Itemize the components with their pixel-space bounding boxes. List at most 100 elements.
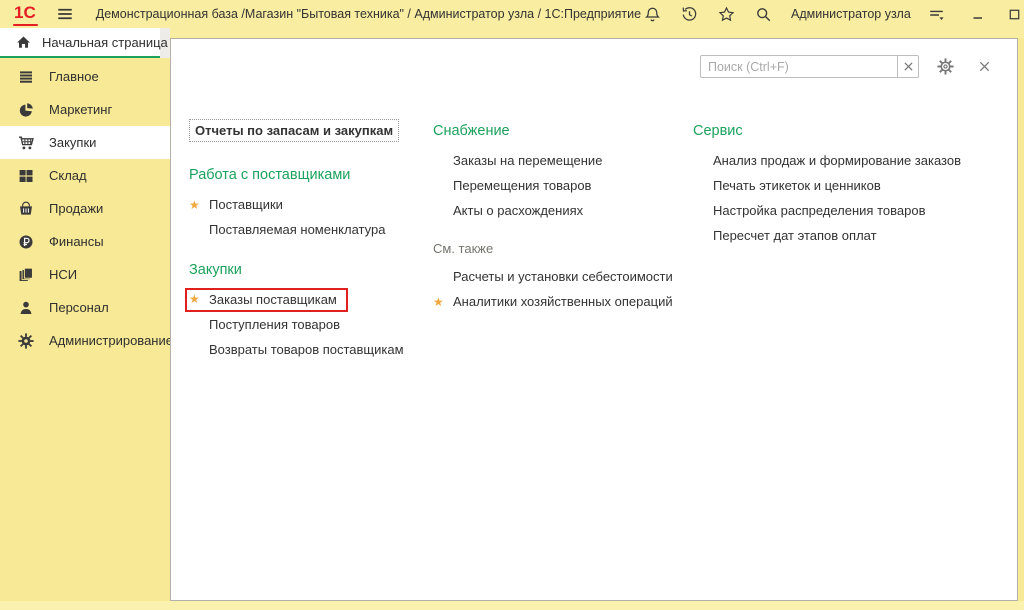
home-icon [14,35,32,50]
panel-close-button[interactable] [973,58,995,75]
current-user-label[interactable]: Администратор узла [791,7,911,21]
sidebar-item-finance[interactable]: Финансы [0,225,170,258]
panel-close-x-icon [975,60,993,73]
nav-link-label: Заказы на перемещение [453,153,602,168]
sidebar-item-label: Администрирование [49,333,173,348]
minimize-button[interactable] [967,4,989,24]
commands-column-1: Отчеты по запасам и закупкам Работа с пос… [189,119,434,362]
section-header: Закупки [189,262,434,278]
search-input[interactable] [700,55,898,78]
nav-link[interactable]: Печать этикеток и ценников [693,173,1023,198]
nav-link[interactable]: Пересчет дат этапов оплат [693,223,1023,248]
history-button[interactable] [678,4,700,25]
favorite-star-icon: ★ [189,199,209,211]
nav-link-label: Настройка распределения товаров [713,203,925,218]
sidebar-item-label: НСИ [49,267,77,282]
global-search-button[interactable] [752,4,774,25]
sidebar-item-marketing[interactable]: Маркетинг [0,93,170,126]
nav-link[interactable]: Перемещения товаров [433,173,695,198]
sidebar-item-sales[interactable]: Продажи [0,192,170,225]
window-bottom-strip [0,601,1024,610]
sidebar-item-main[interactable]: Главное [0,60,170,93]
sidebar-item-warehouse[interactable]: Склад [0,159,170,192]
nav-link-label: Акты о расхождениях [453,203,583,218]
home-tab-label: Начальная страница [42,35,168,50]
sidebar-item-personnel[interactable]: Персонал [0,291,170,324]
window-title: Демонстрационная база /Магазин "Бытовая … [96,7,641,21]
basket-icon [17,201,35,217]
sidebar-item-purchases[interactable]: Закупки [0,126,170,159]
home-tab[interactable]: Начальная страница [0,28,160,58]
nav-link[interactable]: ★Аналитики хозяйственных операций [433,289,695,314]
title-bar-actions: Администратор узла [641,4,1024,25]
sidebar: Главное Маркетинг Закупки Склад Продажи Финан… [0,58,170,601]
bell-icon [643,6,661,23]
sidebar-item-label: Персонал [49,300,109,315]
pie-chart-icon [17,102,35,118]
cart-icon [17,135,35,151]
favorite-star-icon: ★ [433,296,453,308]
settings-gear-icon [936,58,954,75]
nav-link[interactable]: Поставляемая номенклатура [189,217,434,242]
main-menu-button[interactable] [54,3,76,25]
ruble-icon [17,234,35,250]
sidebar-item-nsi[interactable]: НСИ [0,258,170,291]
sidebar-item-label: Склад [49,168,87,183]
hamburger-icon [56,5,74,23]
nav-link[interactable]: Расчеты и установки себестоимости [433,264,695,289]
1c-logo: 1С [12,3,38,26]
nav-link-label: Анализ продаж и формирование заказов [713,153,961,168]
notifications-button[interactable] [641,4,663,25]
nav-link-label: Возвраты товаров поставщикам [209,342,404,357]
maximize-button[interactable] [1004,5,1024,24]
sidebar-item-administration[interactable]: Администрирование [0,324,170,357]
section-header: Работа с поставщиками [189,167,434,183]
nav-link-label: Печать этикеток и ценников [713,178,881,193]
nav-link-label: Пересчет дат этапов оплат [713,228,877,243]
search-icon [754,6,772,23]
nav-link[interactable]: ★Поставщики [189,192,434,217]
person-icon [17,300,35,316]
nav-link[interactable]: Возвраты товаров поставщикам [189,337,434,362]
nav-link-label: Поступления товаров [209,317,340,332]
favorites-star-icon [717,6,735,23]
nav-link[interactable]: Заказы на перемещение [433,148,695,173]
history-icon [680,6,698,23]
purchases-section-panel: Отчеты по запасам и закупкам Работа с пос… [170,38,1018,601]
nav-link-label: Поставляемая номенклатура [209,222,385,237]
sidebar-item-label: Финансы [49,234,104,249]
commands-column-2: Снабжение Заказы на перемещение Перемещени… [433,123,695,314]
panel-settings-button[interactable] [934,56,956,77]
search-box [700,55,919,78]
highlighted-link[interactable]: ★Заказы поставщикам [189,287,434,312]
clear-x-icon [899,61,917,72]
nav-link-label: Заказы поставщикам [209,292,337,307]
section-header: Снабжение [433,123,695,139]
nav-link[interactable]: Акты о расхождениях [433,198,695,223]
warehouse-icon [17,168,35,184]
commands-column-3: Сервис Анализ продаж и формирование заказ… [693,123,1023,248]
section-header: Сервис [693,123,1023,139]
nav-link[interactable]: Настройка распределения товаров [693,198,1023,223]
nav-link-label: Перемещения товаров [453,178,591,193]
nav-link[interactable]: Поступления товаров [189,312,434,337]
panel-toolbar [700,55,995,78]
focused-link[interactable]: Отчеты по запасам и закупкам [189,119,399,142]
nav-link-label: Расчеты и установки себестоимости [453,269,673,284]
minimize-icon [969,6,987,22]
sidebar-item-label: Главное [49,69,99,84]
see-also-header: См. также [433,241,695,256]
red-highlight-box: ★Заказы поставщикам [185,288,348,312]
search-clear-button[interactable] [898,55,919,78]
maximize-icon [1006,7,1024,22]
favorites-button[interactable] [715,4,737,25]
books-icon [17,267,35,283]
favorite-star-icon: ★ [189,293,209,305]
sidebar-item-label: Продажи [49,201,103,216]
nav-link-label: Поставщики [209,197,283,212]
menu-icon [17,69,35,85]
nav-link[interactable]: Анализ продаж и формирование заказов [693,148,1023,173]
connection-icon[interactable] [928,6,946,23]
sidebar-item-label: Маркетинг [49,102,112,117]
nav-link-label: Аналитики хозяйственных операций [453,294,673,309]
